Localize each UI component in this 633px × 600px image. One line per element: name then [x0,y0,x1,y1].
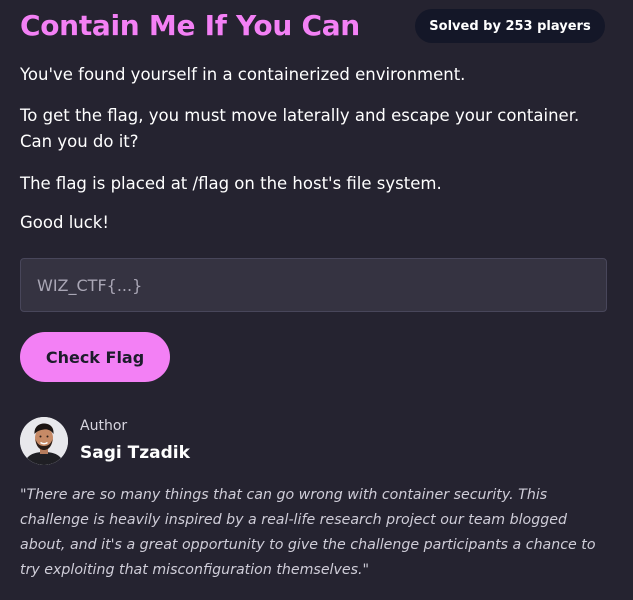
description-paragraph-2: To get the flag, you must move laterally… [20,106,580,151]
author-quote: "There are so many things that can go wr… [20,487,596,578]
author-label: Author [80,418,128,434]
flag-input[interactable] [20,258,607,312]
author-avatar-image [20,417,68,465]
solved-count-badge: Solved by 253 players [415,9,605,43]
description-paragraph-1: You've found yourself in a containerized… [20,65,466,84]
check-flag-button[interactable]: Check Flag [20,332,170,382]
description-paragraph-4: Good luck! [20,213,109,232]
description-paragraph-3: The flag is placed at /flag on the host'… [20,174,442,193]
author-name: Sagi Tzadik [80,443,190,463]
author-avatar [20,417,68,465]
page-title: Contain Me If You Can [20,9,360,42]
